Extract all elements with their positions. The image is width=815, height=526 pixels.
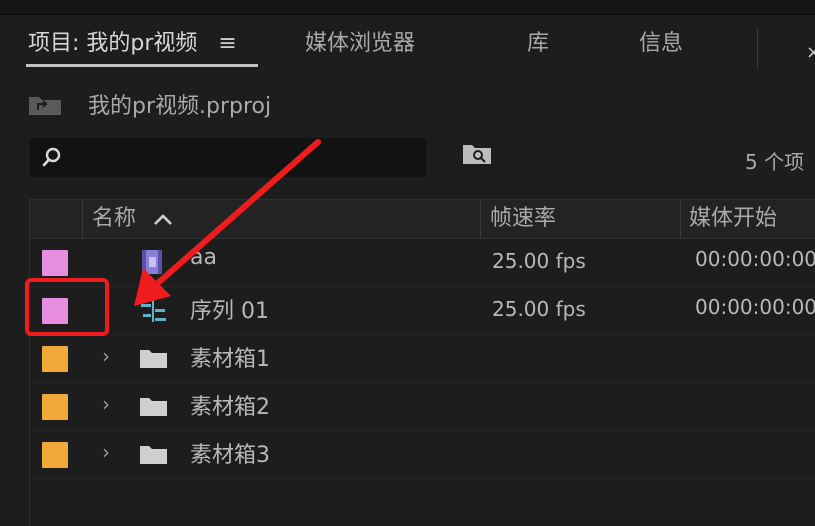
item-name: aa: [190, 245, 217, 270]
table-header: 名称 帧速率 媒体开始: [30, 200, 815, 239]
table-row[interactable]: › 素材箱3: [30, 431, 815, 479]
search-icon: [42, 147, 61, 167]
column-header-name-label: 名称: [92, 206, 137, 231]
label-color-chip[interactable]: [42, 442, 68, 468]
search-input[interactable]: [74, 144, 418, 172]
sequence-icon: [141, 298, 166, 322]
column-header-media-start[interactable]: 媒体开始: [689, 200, 777, 238]
item-name: 素材箱2: [190, 395, 270, 420]
label-color-chip[interactable]: [42, 346, 68, 372]
tab-project[interactable]: 项目: 我的pr视频 ≡: [28, 26, 237, 62]
item-media-start: 00:00:00:00: [695, 247, 815, 271]
sort-ascending-icon: [154, 214, 172, 225]
item-name: 序列 01: [190, 299, 269, 324]
expand-chevron-icon[interactable]: ›: [102, 392, 110, 416]
column-divider: [480, 200, 481, 238]
label-color-chip[interactable]: [42, 250, 68, 276]
item-frame-rate: 25.00 fps: [492, 249, 586, 273]
close-icon[interactable]: ×: [806, 42, 815, 63]
label-color-chip[interactable]: [42, 394, 68, 420]
bin-folder-icon: [140, 350, 167, 368]
new-search-bin-icon[interactable]: [462, 143, 492, 165]
item-frame-rate: 25.00 fps: [492, 297, 586, 321]
folder-up-icon[interactable]: [28, 94, 62, 116]
tab-project-label: 项目: 我的pr视频: [28, 31, 198, 56]
bin-folder-icon: [140, 446, 167, 464]
tab-info[interactable]: 信息: [639, 26, 683, 62]
item-name: 素材箱3: [190, 443, 270, 468]
column-header-frame-rate[interactable]: 帧速率: [490, 200, 556, 238]
project-file-name: 我的pr视频.prproj: [88, 94, 272, 119]
project-items-table: 名称 帧速率 媒体开始 aa 25.00 fps 00:00:00:00 序列 …: [29, 199, 815, 526]
project-panel: 项目: 我的pr视频 ≡ 媒体浏览器 库 信息 × 我的pr视频.prproj …: [0, 0, 815, 526]
tab-libraries[interactable]: 库: [527, 26, 549, 62]
item-media-start: 00:00:00:00: [695, 295, 815, 319]
table-row[interactable]: 序列 01 25.00 fps 00:00:00:00: [30, 287, 815, 335]
table-row[interactable]: › 素材箱2: [30, 383, 815, 431]
tab-separator: [757, 28, 758, 70]
item-count: 5 个项: [745, 150, 805, 174]
table-row[interactable]: › 素材箱1: [30, 335, 815, 383]
top-strip: [0, 0, 815, 15]
column-header-name[interactable]: 名称: [92, 200, 173, 238]
table-row[interactable]: aa 25.00 fps 00:00:00:00: [30, 239, 815, 287]
label-color-chip[interactable]: [42, 298, 68, 324]
panel-tabs: 项目: 我的pr视频 ≡ 媒体浏览器 库 信息 ×: [0, 14, 815, 70]
bin-folder-icon: [140, 398, 167, 416]
expand-chevron-icon[interactable]: ›: [102, 344, 110, 368]
tab-media-browser[interactable]: 媒体浏览器: [305, 26, 415, 62]
column-divider: [82, 200, 83, 238]
item-name: 素材箱1: [190, 347, 270, 372]
search-box[interactable]: [29, 137, 427, 178]
expand-chevron-icon[interactable]: ›: [102, 440, 110, 464]
video-clip-icon: [142, 250, 162, 274]
active-tab-underline: [26, 64, 258, 67]
panel-menu-icon[interactable]: ≡: [218, 26, 236, 62]
column-divider: [680, 200, 681, 238]
